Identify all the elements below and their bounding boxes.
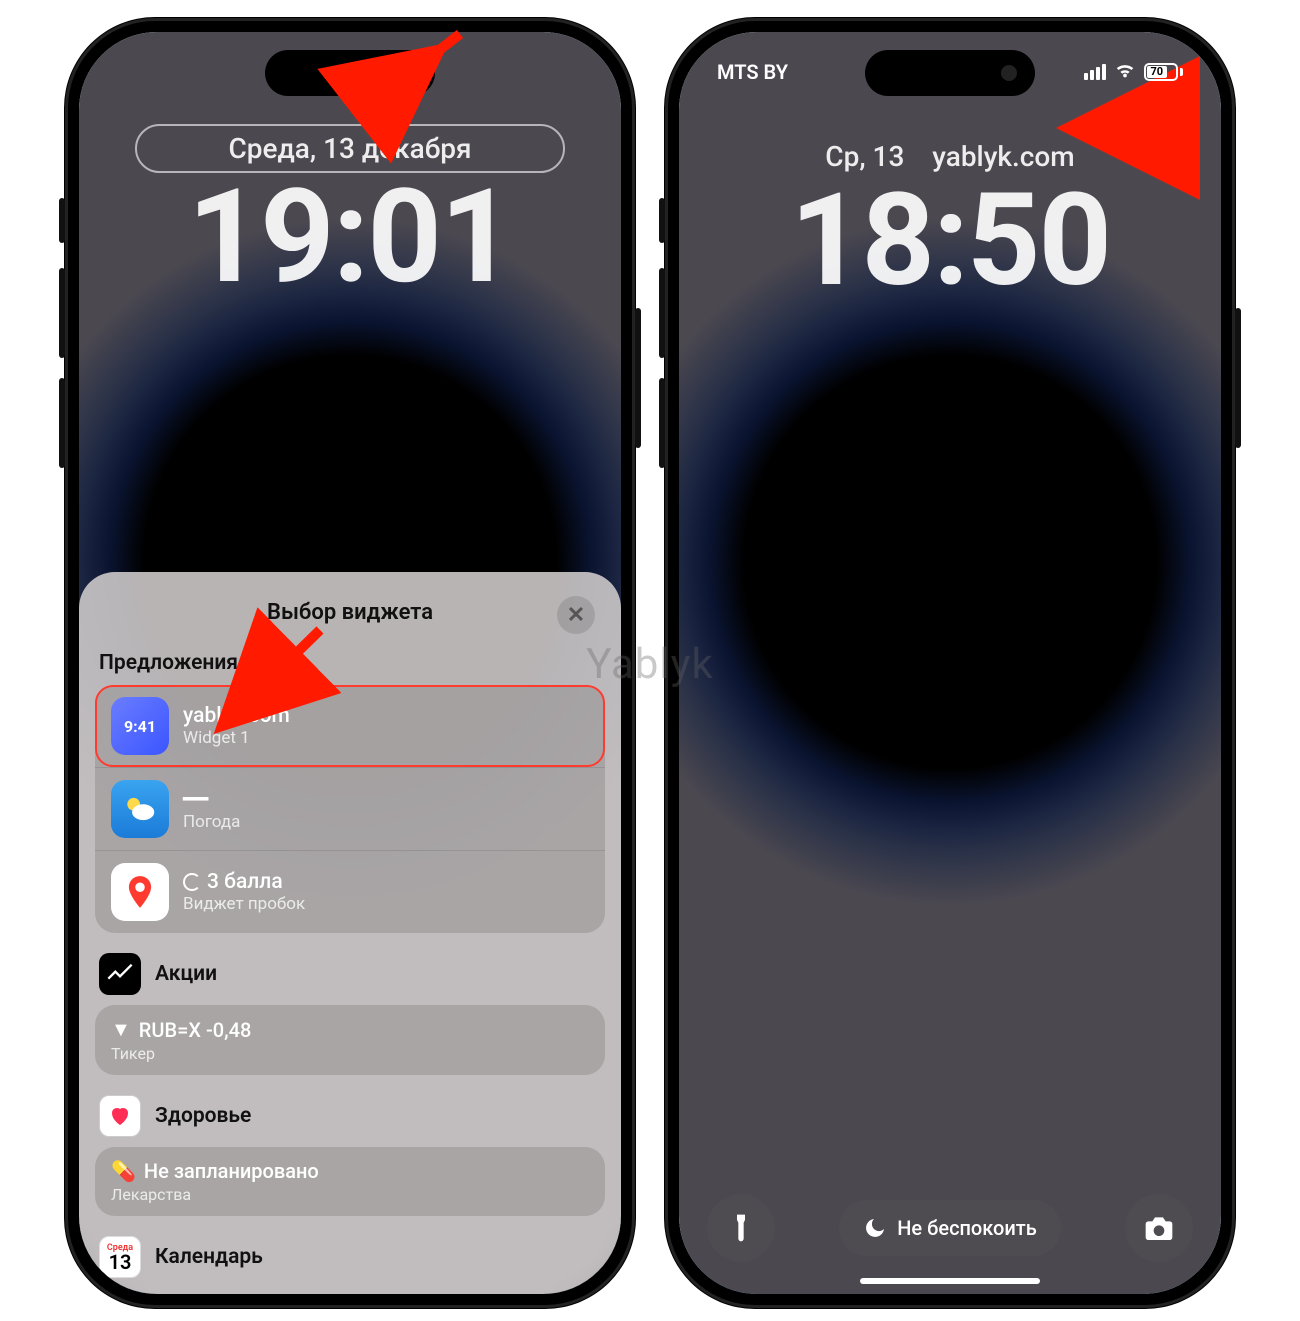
weather-icon	[111, 780, 169, 838]
moon-icon	[863, 1216, 887, 1240]
screen-right: MTS BY 70 Ср, 13 yablyk	[679, 32, 1221, 1294]
stocks-label: Акции	[155, 962, 217, 986]
screen-left: Среда, 13 декабря 19:01 Выбор виджета ✕ …	[79, 32, 621, 1294]
camera-icon	[1143, 1212, 1175, 1244]
widget1-title: yablyk.com	[183, 704, 290, 728]
sheet-title: Выбор виджета	[267, 600, 433, 625]
pill-icon: 💊	[111, 1159, 136, 1183]
flashlight-button[interactable]	[707, 1194, 775, 1262]
app-section-calendar[interactable]: Среда 13 Календарь	[99, 1236, 601, 1278]
battery-icon: 70	[1144, 63, 1183, 81]
camera-button[interactable]	[1125, 1194, 1193, 1262]
widget-picker-sheet: Выбор виджета ✕ Предложения 9:41 yably	[79, 572, 621, 1294]
cellular-icon	[1084, 64, 1106, 80]
app-section-stocks[interactable]: Акции	[99, 953, 601, 995]
close-icon: ✕	[567, 603, 585, 628]
status-bar: MTS BY 70	[679, 52, 1221, 92]
phone-right: MTS BY 70 Ср, 13 yablyk	[665, 18, 1235, 1308]
health-label: Здоровье	[155, 1104, 251, 1128]
stocks-ticker: RUB=X -0,48	[139, 1018, 252, 1042]
home-indicator[interactable]	[860, 1278, 1040, 1284]
widget-row-yablyk[interactable]: 9:41 yablyk.com Widget 1	[95, 685, 605, 768]
app-section-health[interactable]: Здоровье	[99, 1095, 601, 1137]
calendar-icon: Среда 13	[99, 1236, 141, 1278]
health-icon	[99, 1095, 141, 1137]
carrier-label: MTS BY	[717, 60, 788, 84]
flashlight-icon	[725, 1212, 757, 1244]
lock-time: 18:50	[679, 166, 1221, 316]
focus-label: Не беспокоить	[897, 1216, 1037, 1240]
traffic-subtitle: Виджет пробок	[183, 894, 305, 914]
lock-time: 19:01	[79, 160, 621, 313]
stocks-widget-row[interactable]: ▼ RUB=X -0,48 Тикер	[95, 1005, 605, 1075]
traffic-title: 3 балла	[183, 870, 305, 894]
health-row-title: Не запланировано	[144, 1159, 319, 1183]
health-widget-row[interactable]: 💊 Не запланировано Лекарства	[95, 1147, 605, 1216]
weather-title: ━━	[183, 787, 240, 812]
dynamic-island	[265, 50, 435, 96]
stocks-icon	[99, 953, 141, 995]
wifi-icon	[1114, 59, 1136, 86]
traffic-icon	[111, 863, 169, 921]
widget1-icon: 9:41	[111, 697, 169, 755]
stocks-ticker-sub: Тикер	[111, 1044, 589, 1063]
watermark: Yablyk	[586, 640, 714, 689]
suggestions-card: 9:41 yablyk.com Widget 1	[95, 685, 605, 933]
calendar-label: Календарь	[155, 1245, 263, 1269]
widget1-subtitle: Widget 1	[183, 728, 290, 748]
down-triangle-icon: ▼	[111, 1017, 131, 1042]
close-button[interactable]: ✕	[557, 596, 595, 634]
health-row-sub: Лекарства	[111, 1185, 589, 1204]
widget-row-weather[interactable]: ━━ Погода	[95, 768, 605, 851]
focus-pill[interactable]: Не беспокоить	[839, 1200, 1061, 1256]
widget-row-traffic[interactable]: 3 балла Виджет пробок	[95, 851, 605, 933]
phone-left: Среда, 13 декабря 19:01 Выбор виджета ✕ …	[65, 18, 635, 1308]
section-suggestions-label: Предложения	[99, 651, 601, 675]
weather-subtitle: Погода	[183, 812, 240, 832]
